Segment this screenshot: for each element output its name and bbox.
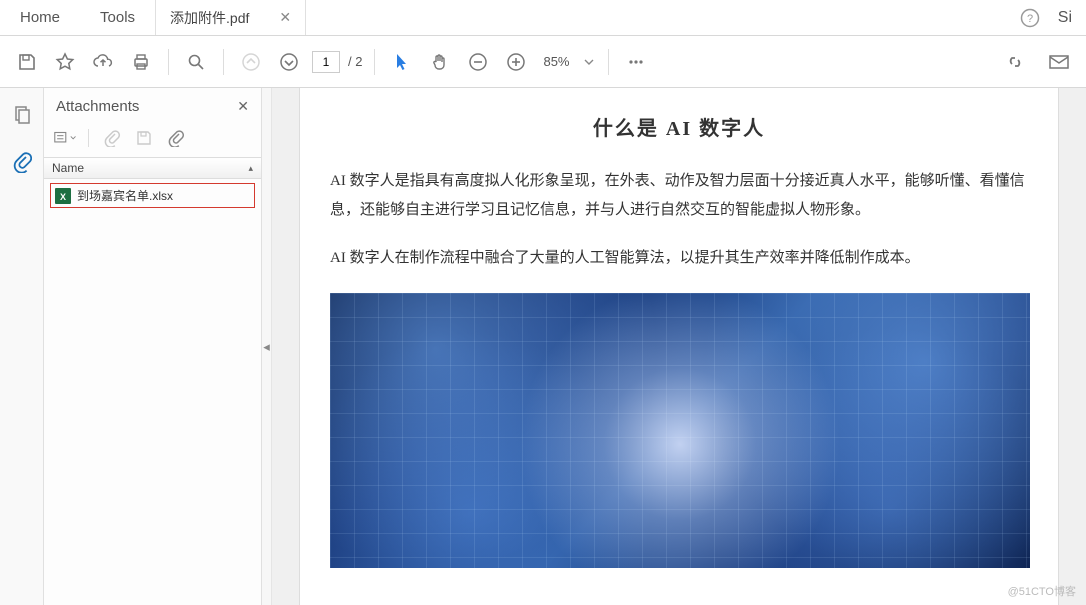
star-icon[interactable] (50, 47, 80, 77)
attachment-filename: 到场嘉宾名单.xlsx (77, 187, 173, 204)
doc-paragraph: AI 数字人在制作流程中融合了大量的人工智能算法，以提升其生产效率并降低制作成本… (330, 244, 1028, 273)
panel-open-icon[interactable] (101, 127, 123, 149)
sort-caret-icon: ▴ (248, 163, 253, 174)
close-file-icon[interactable]: ✕ (279, 9, 291, 26)
page-up-icon[interactable] (236, 47, 266, 77)
page-down-icon[interactable] (274, 47, 304, 77)
excel-file-icon: X (55, 188, 71, 204)
panel-collapse-handle[interactable]: ◂ (262, 88, 272, 605)
search-icon[interactable] (181, 47, 211, 77)
doc-title: 什么是 AI 数字人 (330, 112, 1028, 141)
attachments-list: X 到场嘉宾名单.xlsx (44, 179, 261, 605)
panel-toolbar (44, 123, 261, 157)
attachments-panel: Attachments ✕ Name ▴ X 到场嘉宾名单.xlsx (44, 88, 262, 605)
panel-options-icon[interactable] (54, 127, 76, 149)
pdf-page: 什么是 AI 数字人 AI 数字人是指具有高度拟人化形象呈现，在外表、动作及智力… (299, 88, 1059, 605)
attachment-row[interactable]: X 到场嘉宾名单.xlsx (50, 183, 255, 208)
toolbar: / 2 85% (0, 36, 1086, 88)
panel-save-icon[interactable] (133, 127, 155, 149)
chevron-down-icon[interactable] (582, 47, 596, 77)
attachments-name-header[interactable]: Name ▴ (44, 157, 261, 179)
panel-close-icon[interactable]: ✕ (237, 98, 249, 115)
pointer-icon[interactable] (387, 47, 417, 77)
doc-image (330, 293, 1030, 568)
tab-bar: Home Tools 添加附件.pdf ✕ ? Si (0, 0, 1086, 36)
left-rail (0, 88, 44, 605)
more-icon[interactable] (621, 47, 651, 77)
cloud-upload-icon[interactable] (88, 47, 118, 77)
file-tab-name: 添加附件.pdf (170, 8, 249, 28)
print-icon[interactable] (126, 47, 156, 77)
document-viewport[interactable]: 什么是 AI 数字人 AI 数字人是指具有高度拟人化形象呈现，在外表、动作及智力… (272, 88, 1086, 605)
panel-add-icon[interactable] (165, 127, 187, 149)
signin-link[interactable]: Si (1058, 9, 1072, 27)
page-current-input[interactable] (312, 51, 340, 73)
file-tab[interactable]: 添加附件.pdf ✕ (155, 0, 306, 35)
zoom-value: 85% (543, 54, 569, 69)
rail-pages-icon[interactable] (8, 100, 36, 128)
svg-text:X: X (60, 192, 66, 202)
page-total: / 2 (348, 54, 362, 69)
mail-icon[interactable] (1044, 47, 1074, 77)
hand-icon[interactable] (425, 47, 455, 77)
doc-paragraph: AI 数字人是指具有高度拟人化形象呈现，在外表、动作及智力层面十分接近真人水平，… (330, 167, 1028, 224)
name-header-label: Name (52, 161, 84, 175)
zoom-in-icon[interactable] (501, 47, 531, 77)
tab-home[interactable]: Home (0, 0, 80, 35)
save-icon[interactable] (12, 47, 42, 77)
page-indicator: / 2 (312, 51, 362, 73)
tab-tools[interactable]: Tools (80, 0, 155, 35)
zoom-out-icon[interactable] (463, 47, 493, 77)
help-icon[interactable]: ? (1020, 8, 1040, 28)
watermark: @51CTO博客 (1008, 583, 1076, 599)
svg-text:?: ? (1027, 13, 1033, 25)
link-icon[interactable] (1000, 47, 1030, 77)
rail-attachments-icon[interactable] (8, 148, 36, 176)
panel-title: Attachments (56, 98, 237, 115)
